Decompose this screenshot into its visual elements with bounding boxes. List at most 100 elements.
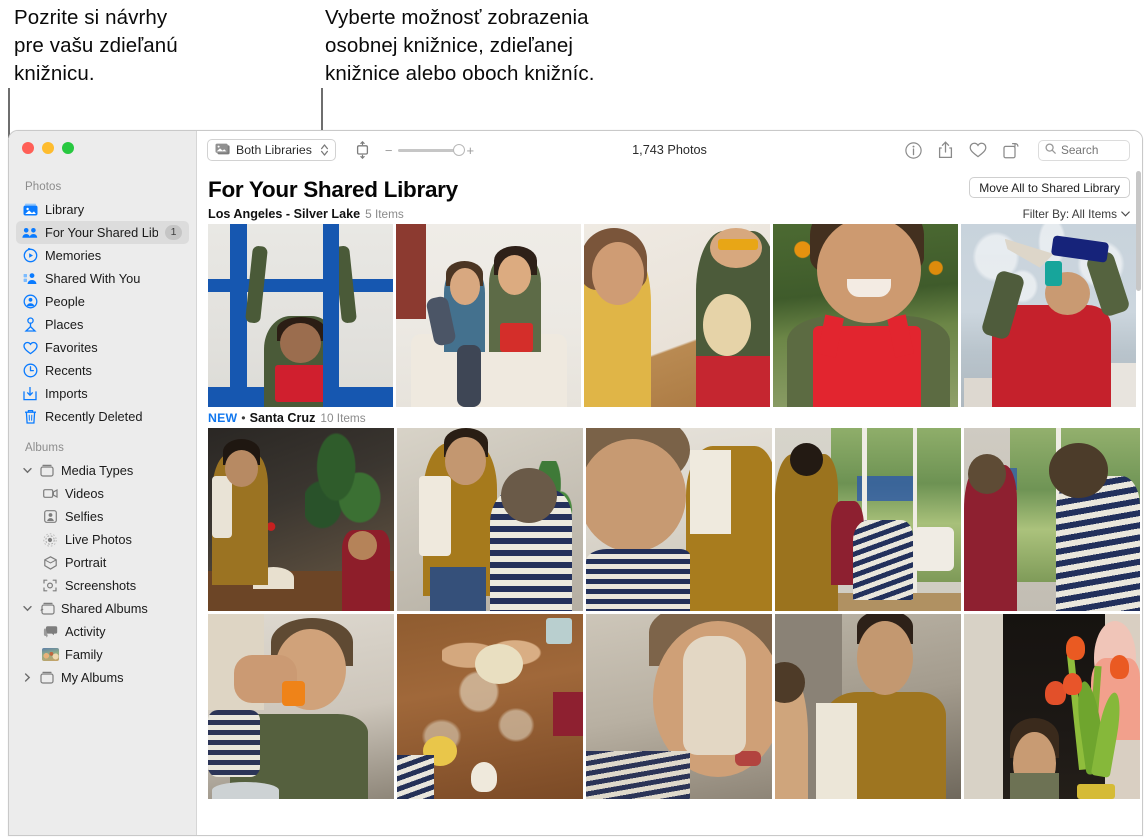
up-down-stepper-icon[interactable] [320,143,329,157]
zoom-button[interactable] [62,142,74,154]
move-all-to-shared-library-button[interactable]: Move All to Shared Library [969,177,1130,198]
sidebar-section-albums-title: Albums [25,442,64,454]
sidebar-item-screenshots[interactable]: Screenshots [16,574,189,597]
album-box-icon [39,463,55,479]
sidebar-item-selfies[interactable]: Selfies [16,505,189,528]
chevron-right-icon[interactable] [22,673,33,682]
info-icon[interactable] [905,141,922,159]
video-camera-icon [42,486,58,502]
toolbar: Both Libraries − + 1,743 Photos [197,131,1142,169]
window-traffic-lights [9,131,196,165]
section-item-count: 10 Items [320,411,366,425]
vertical-scrollbar[interactable] [1136,171,1141,291]
section-name: Santa Cruz [249,411,316,425]
selfie-portrait-icon [42,509,58,525]
sidebar-group-media-types[interactable]: Media Types [16,459,189,482]
photo-thumbnail[interactable] [208,224,394,407]
sidebar-item-label: Imports [45,386,88,401]
search-input[interactable] [1061,143,1123,157]
share-icon[interactable] [938,141,953,159]
callout-shared-library-suggestions: Pozrite si návrhy pre vašu zdieľanú kniž… [14,6,178,85]
album-box-icon [39,670,55,686]
sidebar-item-imports[interactable]: Imports [16,382,189,405]
photo-thumbnail[interactable] [964,614,1140,799]
zoom-slider-track[interactable] [398,144,466,156]
places-pin-icon [22,317,38,333]
sidebar-item-library[interactable]: Library [16,198,189,221]
sidebar-item-favorites[interactable]: Favorites [16,336,189,359]
search-field[interactable] [1038,139,1130,161]
search-icon [1045,143,1056,157]
sidebar-item-label: Screenshots [65,578,137,593]
photo-thumbnail[interactable] [208,428,394,611]
favorite-heart-icon[interactable] [969,142,987,158]
zoom-out-label[interactable]: − [385,144,393,157]
section-header-santa-cruz: NEW • Santa Cruz 10 Items [197,407,1142,428]
screenshot-icon [42,578,58,594]
sidebar-group-my-albums[interactable]: My Albums [16,666,189,689]
section-item-count: 5 Items [365,207,404,221]
sidebar-item-family[interactable]: Family [16,643,189,666]
sidebar-group-label: My Albums [61,670,124,685]
sidebar-item-portrait[interactable]: Portrait [16,551,189,574]
sidebar-item-label: Live Photos [65,532,132,547]
photo-thumbnail[interactable] [772,224,958,407]
sidebar-item-label: Places [45,317,84,332]
chevron-down-icon[interactable] [22,467,33,474]
sidebar-item-recents[interactable]: Recents [16,359,189,382]
sidebar-item-label: Activity [65,624,106,639]
photo-thumbnail[interactable] [584,224,770,407]
photo-content-area: For Your Shared Library Move All to Shar… [197,169,1142,835]
sidebar-section-photos-title: Photos [25,181,62,193]
photo-thumbnail[interactable] [586,428,772,611]
sidebar-item-for-your-shared-library[interactable]: For Your Shared Library 1 [16,221,189,244]
clock-icon [22,363,38,379]
people-icon [22,294,38,310]
zoom-in-label[interactable]: + [466,144,474,157]
filter-by-dropdown[interactable]: Filter By: All Items [1023,207,1130,221]
library-picker-label: Both Libraries [236,143,312,157]
chevron-down-icon[interactable] [22,605,33,612]
thumbnail-size-slider[interactable]: − + [385,144,474,157]
sidebar-item-label: Videos [65,486,104,501]
sidebar-item-shared-with-you[interactable]: Shared With You [16,267,189,290]
section-header-los-angeles: Los Angeles - Silver Lake 5 Items Filter… [197,203,1142,224]
photo-thumbnail[interactable] [775,614,961,799]
sidebar-item-activity[interactable]: Activity [16,620,189,643]
photo-thumbnail[interactable] [397,428,583,611]
page-header: For Your Shared Library Move All to Shar… [197,169,1142,203]
photo-thumbnail[interactable] [775,428,961,611]
library-picker-dropdown[interactable]: Both Libraries [207,139,336,161]
callout-overlay: Pozrite si návrhy pre vašu zdieľanú kniž… [0,0,1146,140]
activity-bubbles-icon [42,624,58,640]
zoom-slider-knob[interactable] [453,144,466,156]
sidebar-item-memories[interactable]: Memories [16,244,189,267]
aspect-fit-icon[interactable] [354,141,371,159]
rotate-icon[interactable] [1003,142,1019,159]
close-button[interactable] [22,142,34,154]
callout-library-view-option: Vyberte možnosť zobrazenia osobnej knižn… [325,6,595,85]
sidebar-item-places[interactable]: Places [16,313,189,336]
shared-album-box-icon [39,601,55,617]
photo-thumbnail[interactable] [208,614,394,799]
photo-thumbnail[interactable] [964,428,1140,611]
sidebar-group-shared-albums[interactable]: Shared Albums [16,597,189,620]
sidebar-item-videos[interactable]: Videos [16,482,189,505]
sidebar: Photos Library For Your Shared Library 1… [9,131,197,835]
sidebar-item-people[interactable]: People [16,290,189,313]
photo-grid-section-1 [197,224,1142,407]
sidebar-item-label: Memories [45,248,102,263]
callout-leader-line-2 [321,88,323,136]
sidebar-item-label: Recents [45,363,92,378]
filter-by-label: Filter By: All Items [1022,207,1117,221]
heart-icon [22,340,38,356]
sidebar-item-label: Shared With You [45,271,141,286]
photo-thumbnail[interactable] [397,614,583,799]
portrait-cube-icon [42,555,58,571]
photo-thumbnail[interactable] [586,614,772,799]
minimize-button[interactable] [42,142,54,154]
photo-thumbnail[interactable] [396,224,582,407]
photo-thumbnail[interactable] [960,224,1136,407]
sidebar-item-live-photos[interactable]: Live Photos [16,528,189,551]
sidebar-item-recently-deleted[interactable]: Recently Deleted [16,405,189,428]
